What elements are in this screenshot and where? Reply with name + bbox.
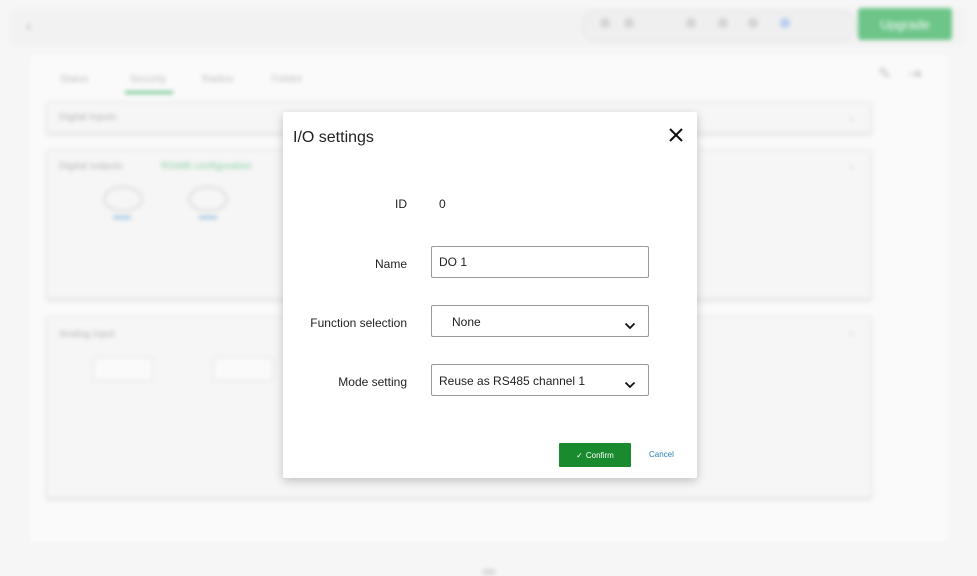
id-label: ID	[395, 197, 407, 211]
chevron-down-icon	[624, 317, 636, 335]
chevron-down-icon	[624, 376, 636, 394]
close-icon[interactable]	[665, 124, 687, 146]
confirm-button[interactable]: ✓ Confirm	[559, 443, 631, 467]
function-selection-label: Function selection	[310, 316, 407, 330]
confirm-label: Confirm	[585, 450, 614, 460]
dialog-title: I/O settings	[293, 129, 374, 146]
function-selection-select[interactable]: None	[431, 305, 649, 337]
mode-setting-value: Reuse as RS485 channel 1	[439, 374, 586, 388]
name-field[interactable]	[439, 255, 639, 269]
check-icon: ✓	[576, 450, 583, 460]
name-field-box	[431, 246, 649, 278]
name-label: Name	[374, 257, 407, 271]
mode-setting-label: Mode setting	[338, 375, 407, 389]
function-selection-value: None	[452, 315, 481, 329]
mode-setting-select[interactable]: Reuse as RS485 channel 1	[431, 364, 649, 396]
cancel-button[interactable]: Cancel	[649, 450, 674, 459]
io-settings-dialog: I/O settings ID 0 Name Function selectio…	[283, 112, 697, 478]
id-value: 0	[439, 197, 446, 211]
